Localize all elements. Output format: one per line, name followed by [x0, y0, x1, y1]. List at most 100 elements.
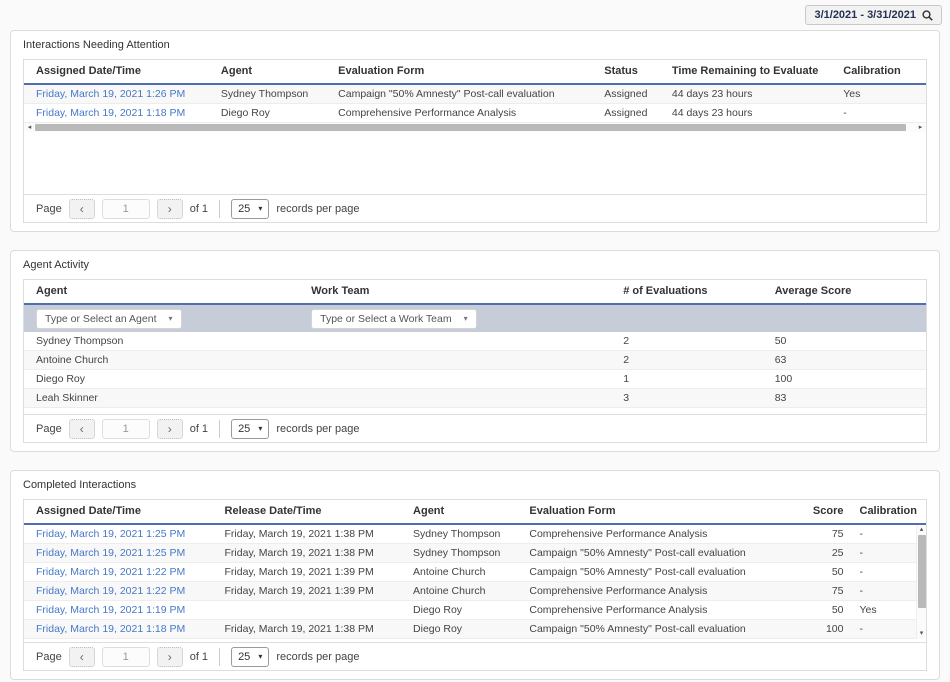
scrollbar-thumb[interactable] — [35, 124, 906, 131]
page-size-select[interactable]: 25 ▾ — [231, 647, 269, 667]
prev-page-button[interactable]: ‹ — [69, 647, 95, 667]
panel-completed-interactions: Completed Interactions Assigned Date/Tim… — [10, 470, 940, 680]
chevron-down-icon: ▾ — [258, 204, 262, 213]
prev-page-button[interactable]: ‹ — [69, 419, 95, 439]
page-label: Page — [36, 203, 62, 215]
column-header-score: Score — [799, 502, 848, 521]
divider — [219, 648, 220, 666]
assigned-date-link[interactable]: Friday, March 19, 2021 1:22 PM — [24, 582, 213, 601]
scroll-up-icon[interactable]: ▴ — [920, 525, 924, 535]
release-date-cell: Friday, March 19, 2021 1:38 PM — [213, 525, 402, 544]
form-cell: Campaign "50% Amnesty" Post-call evaluat… — [326, 85, 592, 104]
score-cell: 100 — [799, 620, 848, 639]
work-team-filter-select[interactable]: Type or Select a Work Team ▾ — [311, 309, 477, 329]
empty-space — [24, 132, 926, 194]
chevron-down-icon: ▾ — [464, 314, 468, 323]
assigned-date-link[interactable]: Friday, March 19, 2021 1:18 PM — [24, 104, 209, 123]
page-number-input[interactable] — [102, 647, 150, 667]
time-remaining-cell: 44 days 23 hours — [660, 85, 831, 104]
column-header-form: Evaluation Form — [517, 502, 798, 521]
column-header-assigned: Assigned Date/Time — [24, 62, 209, 81]
status-cell: Assigned — [592, 85, 660, 104]
column-header-agent: Agent — [209, 62, 326, 81]
evaluations-cell: 3 — [611, 389, 763, 408]
scroll-left-icon[interactable]: ◂ — [24, 123, 35, 132]
score-cell: 75 — [799, 525, 848, 544]
release-date-cell: Friday, March 19, 2021 1:38 PM — [213, 620, 402, 639]
calibration-cell: Yes — [848, 601, 926, 620]
calibration-cell: - — [848, 525, 926, 544]
average-score-cell: 63 — [763, 351, 926, 370]
prev-page-button[interactable]: ‹ — [69, 199, 95, 219]
records-per-page-label: records per page — [276, 203, 359, 215]
chevron-right-icon: › — [168, 650, 172, 664]
agent-filter-cell: Type or Select an Agent ▾ — [24, 309, 299, 329]
chevron-down-icon: ▾ — [258, 424, 262, 433]
scrollbar-thumb[interactable] — [918, 535, 926, 608]
chevron-down-icon: ▾ — [169, 314, 173, 323]
agent-activity-filter-row: Type or Select an Agent ▾ Type or Select… — [24, 305, 926, 332]
form-cell: Comprehensive Performance Analysis — [517, 525, 798, 544]
score-cell: 50 — [799, 563, 848, 582]
time-remaining-cell: 44 days 23 hours — [660, 104, 831, 123]
column-header-evaluations: # of Evaluations — [611, 282, 763, 301]
status-cell: Assigned — [592, 104, 660, 123]
table-row: Friday, March 19, 2021 1:19 PM Diego Roy… — [24, 601, 926, 620]
form-cell: Campaign "50% Amnesty" Post-call evaluat… — [517, 620, 798, 639]
assigned-date-link[interactable]: Friday, March 19, 2021 1:19 PM — [24, 601, 213, 620]
divider — [219, 200, 220, 218]
agent-cell: Sydney Thompson — [401, 544, 517, 563]
page-size-select[interactable]: 25 ▾ — [231, 419, 269, 439]
calibration-cell: - — [831, 104, 926, 123]
column-header-agent: Agent — [24, 282, 299, 301]
chevron-left-icon: ‹ — [80, 202, 84, 216]
column-header-agent: Agent — [401, 502, 517, 521]
horizontal-scrollbar[interactable]: ◂ ▸ — [24, 123, 926, 132]
column-header-time-remaining: Time Remaining to Evaluate — [660, 62, 831, 81]
scroll-right-icon[interactable]: ▸ — [915, 123, 926, 132]
page-size-select[interactable]: 25 ▾ — [231, 199, 269, 219]
work-team-filter-cell: Type or Select a Work Team ▾ — [299, 309, 611, 329]
score-cell: 25 — [799, 544, 848, 563]
completed-table-header: Assigned Date/Time Release Date/Time Age… — [24, 500, 926, 525]
panel-agent-activity: Agent Activity Agent Work Team # of Eval… — [10, 250, 940, 452]
panel-interactions-needing-attention: Interactions Needing Attention Assigned … — [10, 30, 940, 232]
agent-filter-select[interactable]: Type or Select an Agent ▾ — [36, 309, 182, 329]
agent-cell: Antoine Church — [401, 563, 517, 582]
completed-table: Assigned Date/Time Release Date/Time Age… — [23, 499, 927, 671]
calibration-cell: Yes — [831, 85, 926, 104]
assigned-date-link[interactable]: Friday, March 19, 2021 1:26 PM — [24, 85, 209, 104]
release-date-cell: Friday, March 19, 2021 1:38 PM — [213, 544, 402, 563]
assigned-date-link[interactable]: Friday, March 19, 2021 1:25 PM — [24, 544, 213, 563]
table-row: Diego Roy 1 100 — [24, 370, 926, 389]
scrollbar-track[interactable] — [35, 123, 915, 132]
completed-pagination: Page ‹ › of 1 25 ▾ records per page — [24, 642, 926, 670]
work-team-filter-placeholder: Type or Select a Work Team — [320, 313, 452, 325]
page-number-input[interactable] — [102, 419, 150, 439]
average-score-cell: 83 — [763, 389, 926, 408]
next-page-button[interactable]: › — [157, 419, 183, 439]
column-header-work-team: Work Team — [299, 282, 611, 301]
assigned-date-link[interactable]: Friday, March 19, 2021 1:25 PM — [24, 525, 213, 544]
assigned-date-link[interactable]: Friday, March 19, 2021 1:18 PM — [24, 620, 213, 639]
chevron-left-icon: ‹ — [80, 650, 84, 664]
scroll-down-icon[interactable]: ▾ — [920, 629, 924, 639]
page-number-input[interactable] — [102, 199, 150, 219]
search-icon — [922, 10, 933, 21]
agent-cell: Sydney Thompson — [24, 332, 299, 351]
calibration-cell: - — [848, 620, 926, 639]
next-page-button[interactable]: › — [157, 199, 183, 219]
date-range-button[interactable]: 3/1/2021 - 3/31/2021 — [805, 5, 942, 25]
chevron-right-icon: › — [168, 422, 172, 436]
evaluations-cell: 1 — [611, 370, 763, 389]
assigned-date-link[interactable]: Friday, March 19, 2021 1:22 PM — [24, 563, 213, 582]
next-page-button[interactable]: › — [157, 647, 183, 667]
chevron-left-icon: ‹ — [80, 422, 84, 436]
calibration-cell: - — [848, 544, 926, 563]
column-header-calibration: Calibration — [848, 502, 926, 521]
page-size-value: 25 — [238, 651, 250, 663]
scrollbar-track[interactable] — [918, 535, 926, 629]
vertical-scrollbar[interactable]: ▴ ▾ — [916, 525, 926, 639]
panel-title: Interactions Needing Attention — [23, 39, 927, 51]
score-cell: 75 — [799, 582, 848, 601]
